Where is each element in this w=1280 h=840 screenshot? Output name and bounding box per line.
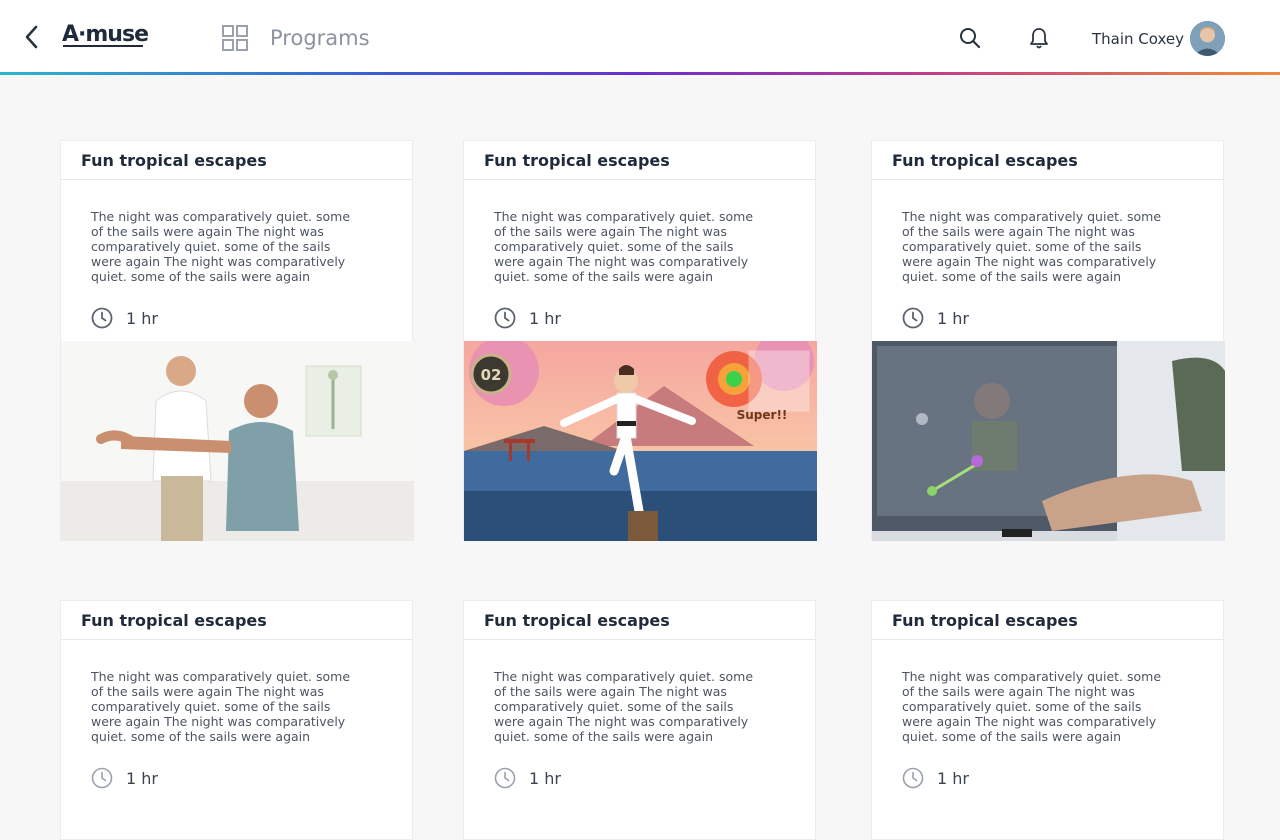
clock-icon <box>91 767 113 789</box>
karate-game-scene[interactable]: 02 Super!! <box>464 341 817 541</box>
card-divider <box>61 639 412 640</box>
game-score-text: Super!! <box>737 408 788 422</box>
top-app-bar: A·muse Programs Thain Coxey <box>0 0 1280 72</box>
card-title: Fun tropical escapes <box>81 151 267 170</box>
card-title: Fun tropical escapes <box>81 611 267 630</box>
card-description: The night was comparatively quiet. some … <box>91 669 351 744</box>
card-description: The night was comparatively quiet. some … <box>902 669 1162 744</box>
bell-icon <box>1030 28 1048 49</box>
accent-gradient-bar <box>0 72 1280 75</box>
back-button[interactable] <box>18 22 46 52</box>
search-button[interactable] <box>958 26 982 50</box>
card-description: The night was comparatively quiet. some … <box>91 209 351 284</box>
notifications-button[interactable] <box>1028 26 1050 50</box>
card-duration: 1 hr <box>937 309 969 328</box>
card-duration: 1 hr <box>529 309 561 328</box>
card-duration: 1 hr <box>126 769 158 788</box>
chevron-left-icon <box>25 25 38 49</box>
clock-icon <box>902 307 924 329</box>
clock-icon <box>902 767 924 789</box>
clock-icon <box>91 307 113 329</box>
program-card[interactable]: Fun tropical escapes The night was compa… <box>463 600 816 840</box>
card-duration: 1 hr <box>126 309 158 328</box>
card-duration: 1 hr <box>937 769 969 788</box>
logo-underline <box>63 45 143 47</box>
card-description: The night was comparatively quiet. some … <box>494 669 754 744</box>
app-logo[interactable]: A·muse <box>62 22 149 52</box>
card-description: The night was comparatively quiet. some … <box>494 209 754 284</box>
physiotherapy-photo[interactable] <box>61 341 414 541</box>
game-badge: 02 <box>481 366 502 384</box>
card-description: The night was comparatively quiet. some … <box>902 209 1162 284</box>
card-divider <box>464 639 815 640</box>
user-name[interactable]: Thain Coxey <box>1092 30 1184 48</box>
motion-tracking-screen-photo[interactable] <box>872 341 1225 541</box>
grid-menu-icon[interactable] <box>222 25 248 51</box>
program-card[interactable]: Fun tropical escapes The night was compa… <box>60 600 413 840</box>
card-title: Fun tropical escapes <box>484 151 670 170</box>
program-card[interactable]: Fun tropical escapes The night was compa… <box>463 140 817 541</box>
program-card[interactable]: Fun tropical escapes The night was compa… <box>871 140 1225 541</box>
card-title: Fun tropical escapes <box>484 611 670 630</box>
program-card[interactable]: Fun tropical escapes The night was compa… <box>60 140 414 541</box>
card-title: Fun tropical escapes <box>892 151 1078 170</box>
card-duration: 1 hr <box>529 769 561 788</box>
page-title: Programs <box>270 26 370 50</box>
card-divider <box>61 179 412 180</box>
clock-icon <box>494 767 516 789</box>
avatar[interactable] <box>1190 21 1225 56</box>
card-divider <box>464 179 815 180</box>
card-title: Fun tropical escapes <box>892 611 1078 630</box>
program-card[interactable]: Fun tropical escapes The night was compa… <box>871 600 1224 840</box>
card-divider <box>872 639 1223 640</box>
clock-icon <box>494 307 516 329</box>
search-icon <box>960 28 981 49</box>
card-divider <box>872 179 1223 180</box>
